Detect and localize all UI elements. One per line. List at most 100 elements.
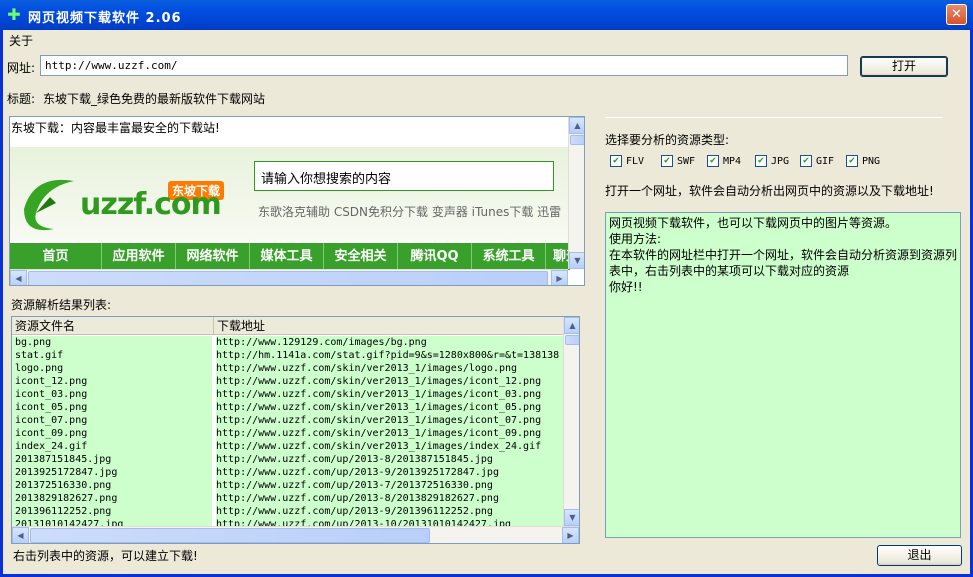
info-line: 网页视频下载软件，也可以下载网页中的图片等资源。 (609, 216, 898, 230)
nav-item[interactable]: 网络软件 (176, 243, 250, 270)
scroll-thumb[interactable] (570, 135, 584, 145)
cell-filename: bg.png (15, 337, 52, 348)
table-row[interactable]: bg.png http://www.129129.com/images/bg.pn… (12, 336, 563, 349)
scroll-down-icon[interactable]: ▼ (569, 252, 584, 269)
column-filename[interactable]: 资源文件名 (12, 317, 214, 335)
scroll-thumb[interactable] (565, 335, 579, 345)
scroll-right-icon[interactable]: ▶ (551, 270, 568, 285)
types-label: 选择要分析的资源类型: (605, 133, 730, 147)
scroll-left-icon[interactable]: ◀ (10, 270, 27, 285)
cell-filename: icont_07.png (15, 415, 88, 426)
table-row[interactable]: logo.png http://www.uzzf.com/skin/ver2013… (12, 362, 563, 375)
checkbox-gif[interactable]: ✔ GIF (800, 155, 834, 167)
menu-bar: 关于 (3, 30, 970, 48)
nav-item[interactable]: 腾讯QQ (398, 243, 472, 270)
open-button[interactable]: 打开 (860, 56, 948, 77)
table-row[interactable]: 2013925172847.jpg http://www.uzzf.com/up/… (12, 466, 563, 479)
table-row[interactable]: icont_03.png http://www.uzzf.com/skin/ver… (12, 388, 563, 401)
cell-url: http://www.uzzf.com/skin/ver2013_1/image… (216, 441, 542, 452)
checkbox-swf[interactable]: ✔ SWF (661, 155, 695, 167)
checkbox-png[interactable]: ✔ PNG (846, 155, 880, 167)
info-line: 使用方法: (609, 232, 662, 246)
cell-url: http://www.uzzf.com/skin/ver2013_1/image… (216, 376, 542, 387)
scroll-down-icon[interactable]: ▼ (564, 509, 579, 526)
types-note: 打开一个网址，软件会自动分析出网页中的资源以及下载地址! (605, 184, 934, 198)
cell-url: http://www.uzzf.com/up/2013-7/2013725163… (216, 480, 493, 491)
scroll-thumb[interactable] (30, 528, 430, 543)
app-window: ✚ 网页视频下载软件 2.06 ✕ 关于 网址: http://www.uzzf… (0, 0, 973, 577)
checkbox-jpg[interactable]: ✔ JPG (755, 155, 789, 167)
menu-about[interactable]: 关于 (9, 32, 33, 49)
resource-list[interactable]: 资源文件名 下载地址 bg.png http://www.129129.com/i… (11, 316, 580, 544)
list-hscrollbar[interactable]: ◀ ▶ (12, 526, 579, 543)
cell-filename: icont_12.png (15, 376, 88, 387)
nav-item[interactable]: 应用软件 (102, 243, 176, 270)
site-search-input[interactable]: 请输入你想搜索的内容 (254, 161, 554, 191)
nav-item[interactable]: 安全相关 (324, 243, 398, 270)
title-bar[interactable]: ✚ 网页视频下载软件 2.06 ✕ (0, 0, 973, 30)
list-vscrollbar[interactable]: ▲ ▼ (563, 317, 579, 526)
table-row[interactable]: icont_07.png http://www.uzzf.com/skin/ver… (12, 414, 563, 427)
scroll-thumb[interactable] (28, 271, 548, 285)
url-label: 网址: (7, 61, 36, 75)
cell-filename: stat.gif (15, 350, 64, 361)
browser-hscrollbar[interactable]: ◀ ▶ (10, 269, 568, 285)
table-row[interactable]: 201372516330.png http://www.uzzf.com/up/2… (12, 479, 563, 492)
browser-vscrollbar[interactable]: ▲ ▼ (568, 117, 584, 269)
scroll-left-icon[interactable]: ◀ (12, 527, 29, 543)
table-row[interactable]: stat.gif http://hm.1141a.com/stat.gif?pid… (12, 349, 563, 362)
table-row[interactable]: 201396112252.png http://www.uzzf.com/up/2… (12, 505, 563, 518)
site-headline[interactable]: 东坡下载：内容最丰富最安全的下载站! (10, 119, 220, 136)
exit-button[interactable]: 退出 (877, 545, 962, 566)
close-button[interactable]: ✕ (946, 4, 967, 25)
page-title-label: 标题: (7, 92, 36, 106)
table-row[interactable]: 201387151845.jpg http://www.uzzf.com/up/2… (12, 453, 563, 466)
cell-filename: 201382918262​7.png (15, 493, 118, 504)
cell-filename: 2013925172847.jpg (15, 467, 118, 478)
cell-filename: icont_03.png (15, 389, 88, 400)
download-arrow-icon: ✚ (7, 5, 21, 24)
url-input[interactable]: http://www.uzzf.com/ (40, 55, 848, 76)
cell-url: http://www.uzzf.com/up/2013-9/2013961122… (216, 506, 493, 517)
table-row[interactable]: index_24.gif http://www.uzzf.com/skin/ver… (12, 440, 563, 453)
cell-filename: 201396112252.png (15, 506, 112, 517)
hot-links[interactable]: 东歌洛克辅助 CSDN免积分下载 变声器 iTunes下载 迅雷 (258, 203, 561, 220)
logo-text: uzzf.com (80, 187, 222, 222)
results-label: 资源解析结果列表: (11, 298, 112, 312)
list-body: bg.png http://www.129129.com/images/bg.pn… (12, 336, 563, 526)
separator (605, 117, 943, 118)
cell-url: http://www.uzzf.com/skin/ver2013_1/image… (216, 389, 542, 400)
info-line: 你好!! (609, 280, 643, 294)
nav-item[interactable]: 媒体工具 (250, 243, 324, 270)
window-title: 网页视频下载软件 2.06 (28, 11, 182, 26)
cell-url: http://www.uzzf.com/up/2013-10/201310101… (216, 519, 512, 526)
table-row[interactable]: 201382918262​7.png http://www.uzzf.com/up… (12, 492, 563, 505)
info-line: 在本软件的网址栏中打开一个网址，软件会自动分析资源到资源列表中，右击列表中的某项… (609, 248, 958, 278)
cell-filename: 20131010142427.jpg (15, 519, 124, 526)
cell-url: http://www.uzzf.com/up/2013-8/2013871518… (216, 454, 493, 465)
column-url[interactable]: 下载地址 (214, 317, 563, 335)
scroll-right-icon[interactable]: ▶ (562, 527, 579, 543)
site-nav: 首页 应用软件 网络软件 媒体工具 安全相关 腾讯QQ 系统工具 聊天 (10, 243, 579, 270)
cell-url: http://www.uzzf.com/up/2013-8/2013829182… (216, 493, 499, 504)
table-row[interactable]: icont_12.png http://www.uzzf.com/skin/ver… (12, 375, 563, 388)
cell-filename: icont_05.png (15, 402, 88, 413)
info-textarea[interactable]: 网页视频下载软件，也可以下载网页中的图片等资源。 使用方法: 在本软件的网址栏中… (605, 212, 961, 538)
table-row[interactable]: icont_09.png http://www.uzzf.com/skin/ver… (12, 427, 563, 440)
cell-filename: index_24.gif (15, 441, 88, 452)
page-title-value: 东坡下载_绿色免费的最新版软件下载网站 (43, 92, 266, 106)
list-hint: 右击列表中的资源，可以建立下载! (13, 549, 198, 563)
scroll-up-icon[interactable]: ▲ (564, 317, 579, 334)
cell-url: http://www.uzzf.com/skin/ver2013_1/image… (216, 363, 518, 374)
cell-filename: logo.png (15, 363, 64, 374)
checkbox-flv[interactable]: ✔ FLV (610, 155, 644, 167)
nav-item[interactable]: 首页 (10, 243, 102, 270)
nav-item[interactable]: 系统工具 (472, 243, 546, 270)
cell-url: http://www.uzzf.com/up/2013-9/2013925172… (216, 467, 499, 478)
list-header: 资源文件名 下载地址 (12, 317, 563, 335)
scroll-up-icon[interactable]: ▲ (569, 117, 584, 134)
web-browser-view[interactable]: 东坡下载：内容最丰富最安全的下载站! 东坡下载 uzzf.com 请输入你想搜索… (9, 116, 585, 286)
table-row[interactable]: icont_05.png http://www.uzzf.com/skin/ver… (12, 401, 563, 414)
table-row[interactable]: 20131010142427.jpg http://www.uzzf.com/up… (12, 518, 563, 526)
checkbox-mp4[interactable]: ✔ MP4 (707, 155, 741, 167)
